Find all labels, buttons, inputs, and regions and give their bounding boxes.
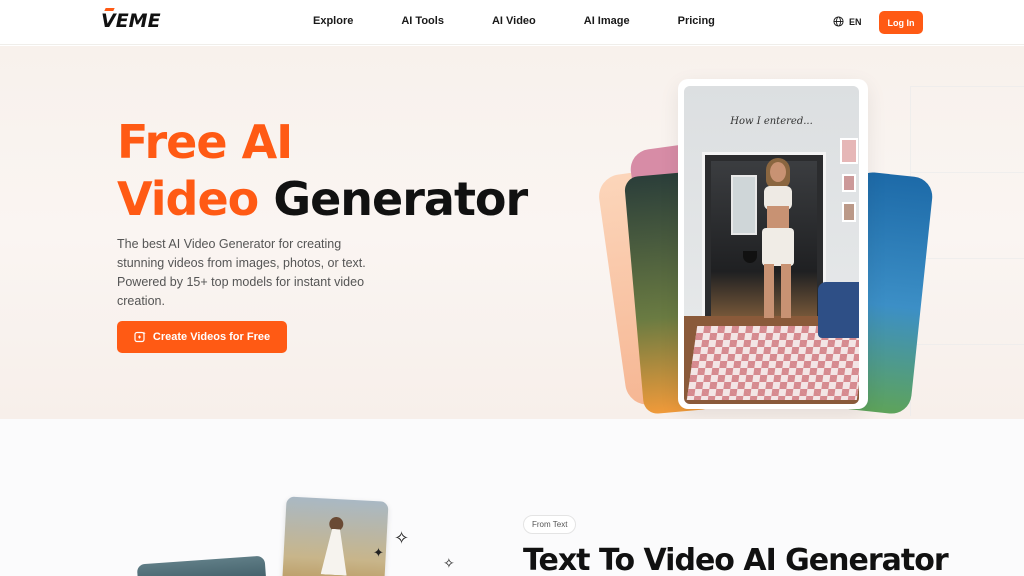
hero-description: The best AI Video Generator for creating… [117,237,366,308]
person-head [770,162,786,182]
hero-title-rest: Generator [273,172,528,226]
hero-title-line2: Video Generator [117,171,528,228]
person-leg [781,264,791,318]
text-to-video-section: ✧ ✦ ✧ From Text Text To Video AI Generat… [0,419,1024,576]
wall-frame [842,174,856,192]
scene-sofa [818,282,859,338]
person-leg [764,264,774,318]
person-shorts [762,228,794,266]
create-video-icon [134,331,146,343]
wall-frame [840,138,858,164]
person-torso [767,206,789,228]
preview-caption: How I entered... [730,116,813,127]
decorative-grid [910,86,1024,416]
language-label: EN [849,16,862,27]
section-badge: From Text [523,515,577,534]
scene-window [731,175,757,235]
hero-title-accent: Video [117,172,259,226]
sample-image-left [136,555,268,576]
woman-dress [321,528,349,575]
login-button[interactable]: Log In [879,11,923,34]
nav-ai-video[interactable]: AI Video [492,15,536,27]
hero-title: Free AI Video Generator [117,114,528,228]
section-title: Text To Video AI Generator [523,543,949,576]
hero-section: Free AI Video Generator The best AI Vide… [0,46,1024,419]
cta-label: Create Videos for Free [152,331,271,343]
nav-ai-tools[interactable]: AI Tools [401,15,444,27]
top-navbar: VEME Explore AI Tools AI Video AI Image … [0,0,1024,45]
sparkle-icon: ✦ [373,546,384,561]
globe-icon [833,16,844,27]
sparkle-icon: ✧ [394,528,410,549]
hero-title-line1: Free AI [117,115,293,169]
scene-lamp [743,251,757,263]
main-nav: Explore AI Tools AI Video AI Image Prici… [313,15,715,27]
language-selector[interactable]: EN [833,16,862,27]
wall-frame [842,202,856,222]
nav-ai-image[interactable]: AI Image [584,15,630,27]
sample-image-woman [281,496,389,576]
logo-text: VEME [101,10,161,32]
preview-video[interactable]: How I entered... [684,86,859,404]
sparkle-icon: ✧ [443,556,455,572]
nav-explore[interactable]: Explore [313,15,353,27]
brand-logo[interactable]: VEME [101,10,161,32]
create-videos-button[interactable]: Create Videos for Free [117,321,287,353]
nav-pricing[interactable]: Pricing [678,15,715,27]
